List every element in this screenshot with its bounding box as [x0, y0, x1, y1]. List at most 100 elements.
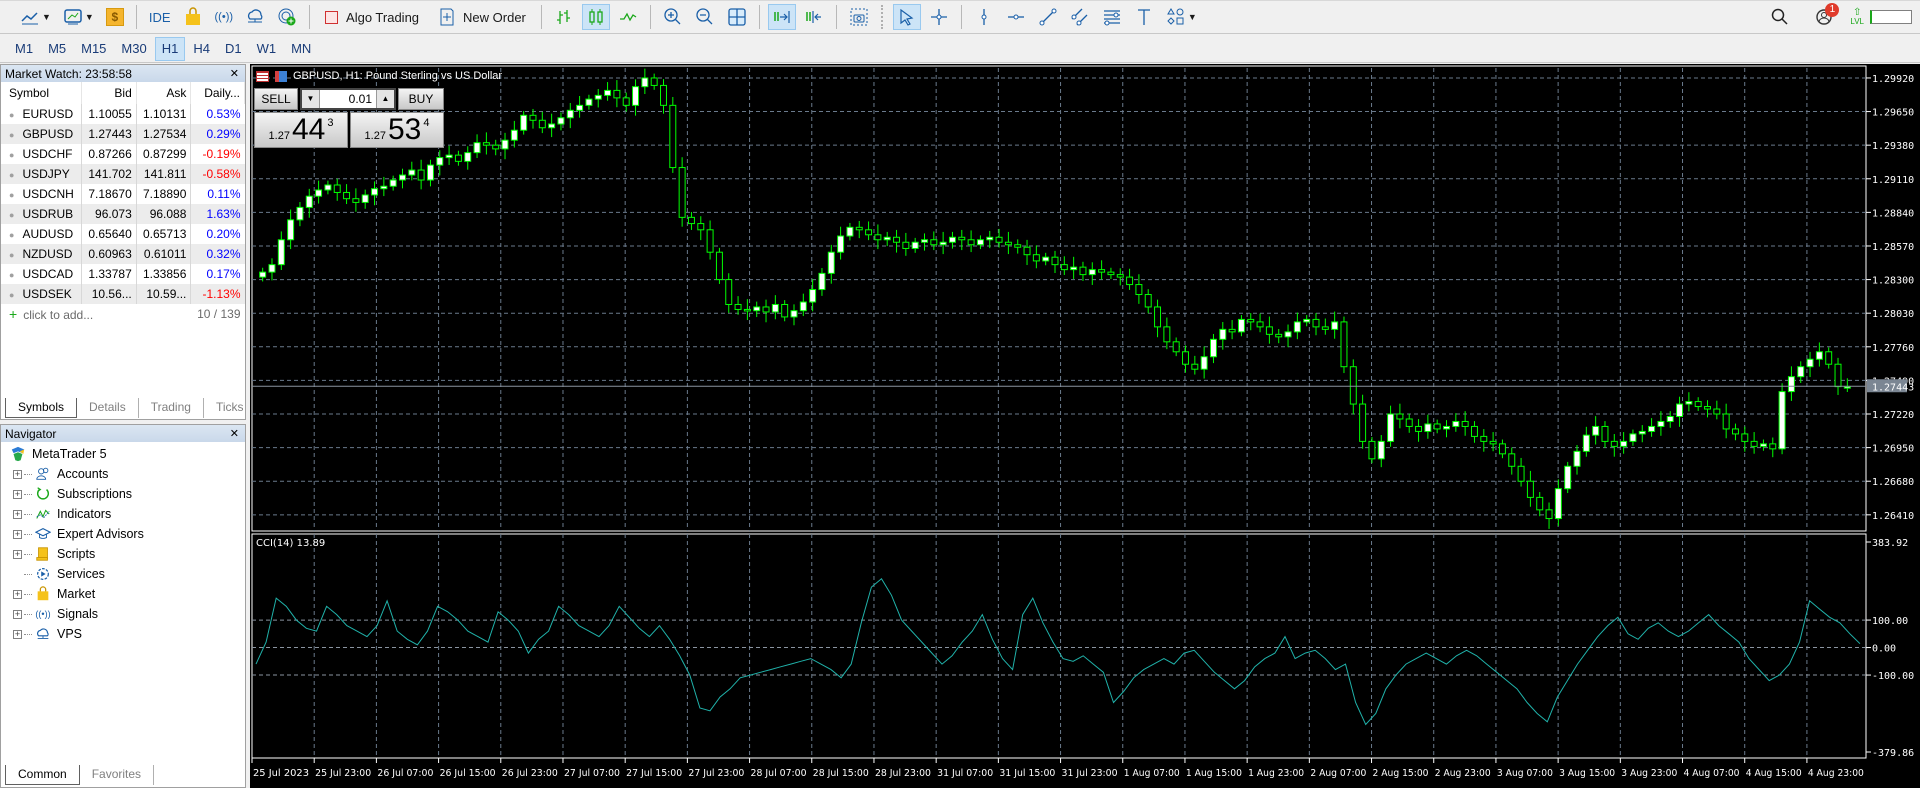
- navigator-item-scripts[interactable]: + Scripts: [1, 544, 245, 564]
- column-header[interactable]: Symbol: [1, 82, 83, 104]
- algo-trading-button[interactable]: Algo Trading: [318, 4, 426, 30]
- bid-cell: 0.60963: [81, 244, 137, 264]
- symbol-row[interactable]: ● USDSEK 10.56... 10.59... -1.13%: [1, 284, 245, 304]
- symbol-row[interactable]: ● GBPUSD 1.27443 1.27534 0.29%: [1, 124, 245, 144]
- navigator-item-market[interactable]: + Market: [1, 584, 245, 604]
- expand-icon[interactable]: +: [13, 549, 22, 559]
- sell-price-button[interactable]: 1.27 44 3: [254, 112, 348, 148]
- expand-icon[interactable]: +: [13, 529, 22, 539]
- horizontal-line-tool-button[interactable]: [1002, 4, 1030, 30]
- expand-icon[interactable]: +: [13, 469, 22, 479]
- search-button[interactable]: [1766, 4, 1794, 30]
- buy-price-button[interactable]: 1.27 53 4: [350, 112, 444, 148]
- signals-button[interactable]: ((•)): [211, 4, 238, 30]
- level-indicator[interactable]: ⇧ LVL: [1850, 8, 1864, 27]
- timeframe-m30[interactable]: M30: [114, 37, 153, 61]
- add-symbol-cell[interactable]: + click to add...: [1, 304, 191, 324]
- candle-body: [510, 129, 518, 141]
- navigator-item-accounts[interactable]: + Accounts: [1, 464, 245, 484]
- profiles-menu-button[interactable]: ▼: [59, 4, 98, 30]
- market-watch-tab-symbols[interactable]: Symbols: [5, 398, 78, 418]
- candle-body: [1657, 420, 1665, 427]
- tile-windows-button[interactable]: [723, 4, 751, 30]
- navigator-item-indicators[interactable]: + Indicators: [1, 504, 245, 524]
- vps-button[interactable]: [241, 4, 269, 30]
- new-order-button[interactable]: New Order: [430, 4, 533, 30]
- market-watch-tab-ticks[interactable]: Ticks: [204, 398, 257, 418]
- deposit-button[interactable]: $: [102, 4, 128, 30]
- lot-size-input[interactable]: [320, 90, 376, 108]
- zoom-out-button[interactable]: [691, 4, 719, 30]
- fibonacci-tool-button[interactable]: [1098, 4, 1126, 30]
- expand-icon[interactable]: +: [13, 629, 22, 639]
- line-chart-button[interactable]: [614, 4, 642, 30]
- symbol-row[interactable]: ● USDRUB 96.073 96.088 1.63%: [1, 204, 245, 224]
- timeframe-m15[interactable]: M15: [74, 37, 113, 61]
- candlestick-chart-button[interactable]: [581, 4, 610, 30]
- shapes-menu-button[interactable]: ▼: [1162, 4, 1201, 30]
- chart-type-menu-button[interactable]: ▼: [16, 4, 55, 30]
- candle: [874, 224, 882, 250]
- navigator-root[interactable]: MetaTrader 5: [1, 444, 245, 464]
- close-icon[interactable]: ✕: [230, 427, 239, 440]
- symbol-row[interactable]: ● USDCAD 1.33787 1.33856 0.17%: [1, 264, 245, 284]
- symbol-row[interactable]: ● EURUSD 1.10055 1.10131 0.53%: [1, 104, 245, 124]
- account-notifications-button[interactable]: 1: [1810, 3, 1840, 30]
- column-header[interactable]: Bid: [81, 82, 137, 104]
- navigator-item-services[interactable]: Services: [1, 564, 245, 584]
- cursor-tool-button[interactable]: [892, 4, 921, 30]
- symbol-row[interactable]: ● AUDUSD 0.65640 0.65713 0.20%: [1, 224, 245, 244]
- timeframe-h4[interactable]: H4: [186, 37, 217, 61]
- navigator-item-subscriptions[interactable]: + Subscriptions: [1, 484, 245, 504]
- price-chart[interactable]: 1.29920 1.29650 1.29380 1.29110 1.28840 1.285…: [250, 64, 1920, 788]
- symbol-row[interactable]: ● USDJPY 141.702 141.811 -0.58%: [1, 164, 245, 184]
- column-header[interactable]: Daily...: [190, 82, 245, 104]
- bullet-icon: ●: [9, 250, 15, 260]
- navigator-tab-common[interactable]: Common: [5, 765, 80, 785]
- timeframe-w1[interactable]: W1: [250, 37, 284, 61]
- lot-increase-button[interactable]: ▲: [376, 90, 394, 108]
- expand-icon[interactable]: +: [13, 489, 22, 499]
- navigator-tab-favorites[interactable]: Favorites: [80, 765, 155, 785]
- symbol-row[interactable]: ● USDCHF 0.87266 0.87299 -0.19%: [1, 144, 245, 164]
- add-symbol-row[interactable]: + click to add... 10 / 139: [1, 304, 245, 324]
- symbol-row[interactable]: ● USDCNH 7.18670 7.18890 0.11%: [1, 184, 245, 204]
- close-icon[interactable]: ✕: [230, 67, 239, 80]
- bar-chart-button[interactable]: [550, 4, 578, 30]
- autoscroll-button[interactable]: [767, 4, 796, 30]
- navigator-item-expert-advisors[interactable]: + Expert Advisors: [1, 524, 245, 544]
- sell-button[interactable]: SELL: [254, 88, 298, 110]
- crosshair-tool-button[interactable]: [925, 4, 953, 30]
- symbol-row[interactable]: ● NZDUSD 0.60963 0.61011 0.32%: [1, 244, 245, 264]
- market-watch-tab-trading[interactable]: Trading: [139, 398, 204, 418]
- zoom-in-button[interactable]: [659, 4, 687, 30]
- toolbar-grip[interactable]: [880, 5, 885, 29]
- timeframe-d1[interactable]: D1: [218, 37, 249, 61]
- expand-icon[interactable]: +: [13, 509, 22, 519]
- vertical-line-tool-button[interactable]: [970, 4, 998, 30]
- navigator-item-signals[interactable]: + ((•)) Signals: [1, 604, 245, 624]
- screenshot-button[interactable]: [845, 4, 873, 30]
- candle-body: [1154, 306, 1162, 328]
- open-account-button[interactable]: [273, 4, 301, 30]
- navigator-item-vps[interactable]: + VPS: [1, 624, 245, 644]
- lot-decrease-button[interactable]: ▼: [302, 90, 320, 108]
- ide-button[interactable]: IDE: [145, 4, 175, 30]
- timeframe-h1[interactable]: H1: [154, 36, 186, 61]
- timeframe-mn[interactable]: MN: [284, 37, 318, 61]
- candle: [1135, 274, 1143, 304]
- candle: [771, 295, 779, 320]
- timeframe-m5[interactable]: M5: [41, 37, 73, 61]
- column-header[interactable]: Ask: [136, 82, 192, 104]
- equidistant-channel-tool-button[interactable]: [1066, 4, 1094, 30]
- text-tool-button[interactable]: [1130, 4, 1158, 30]
- timeframe-m1[interactable]: M1: [8, 37, 40, 61]
- expand-icon[interactable]: +: [13, 609, 22, 619]
- chart-shift-button[interactable]: [800, 4, 828, 30]
- chart-window[interactable]: 1.29920 1.29650 1.29380 1.29110 1.28840 1.285…: [250, 64, 1920, 788]
- expand-icon[interactable]: +: [13, 589, 22, 599]
- buy-button[interactable]: BUY: [398, 88, 444, 110]
- market-watch-tab-details[interactable]: Details: [77, 398, 139, 418]
- trendline-tool-button[interactable]: [1034, 4, 1062, 30]
- market-button[interactable]: [179, 4, 207, 30]
